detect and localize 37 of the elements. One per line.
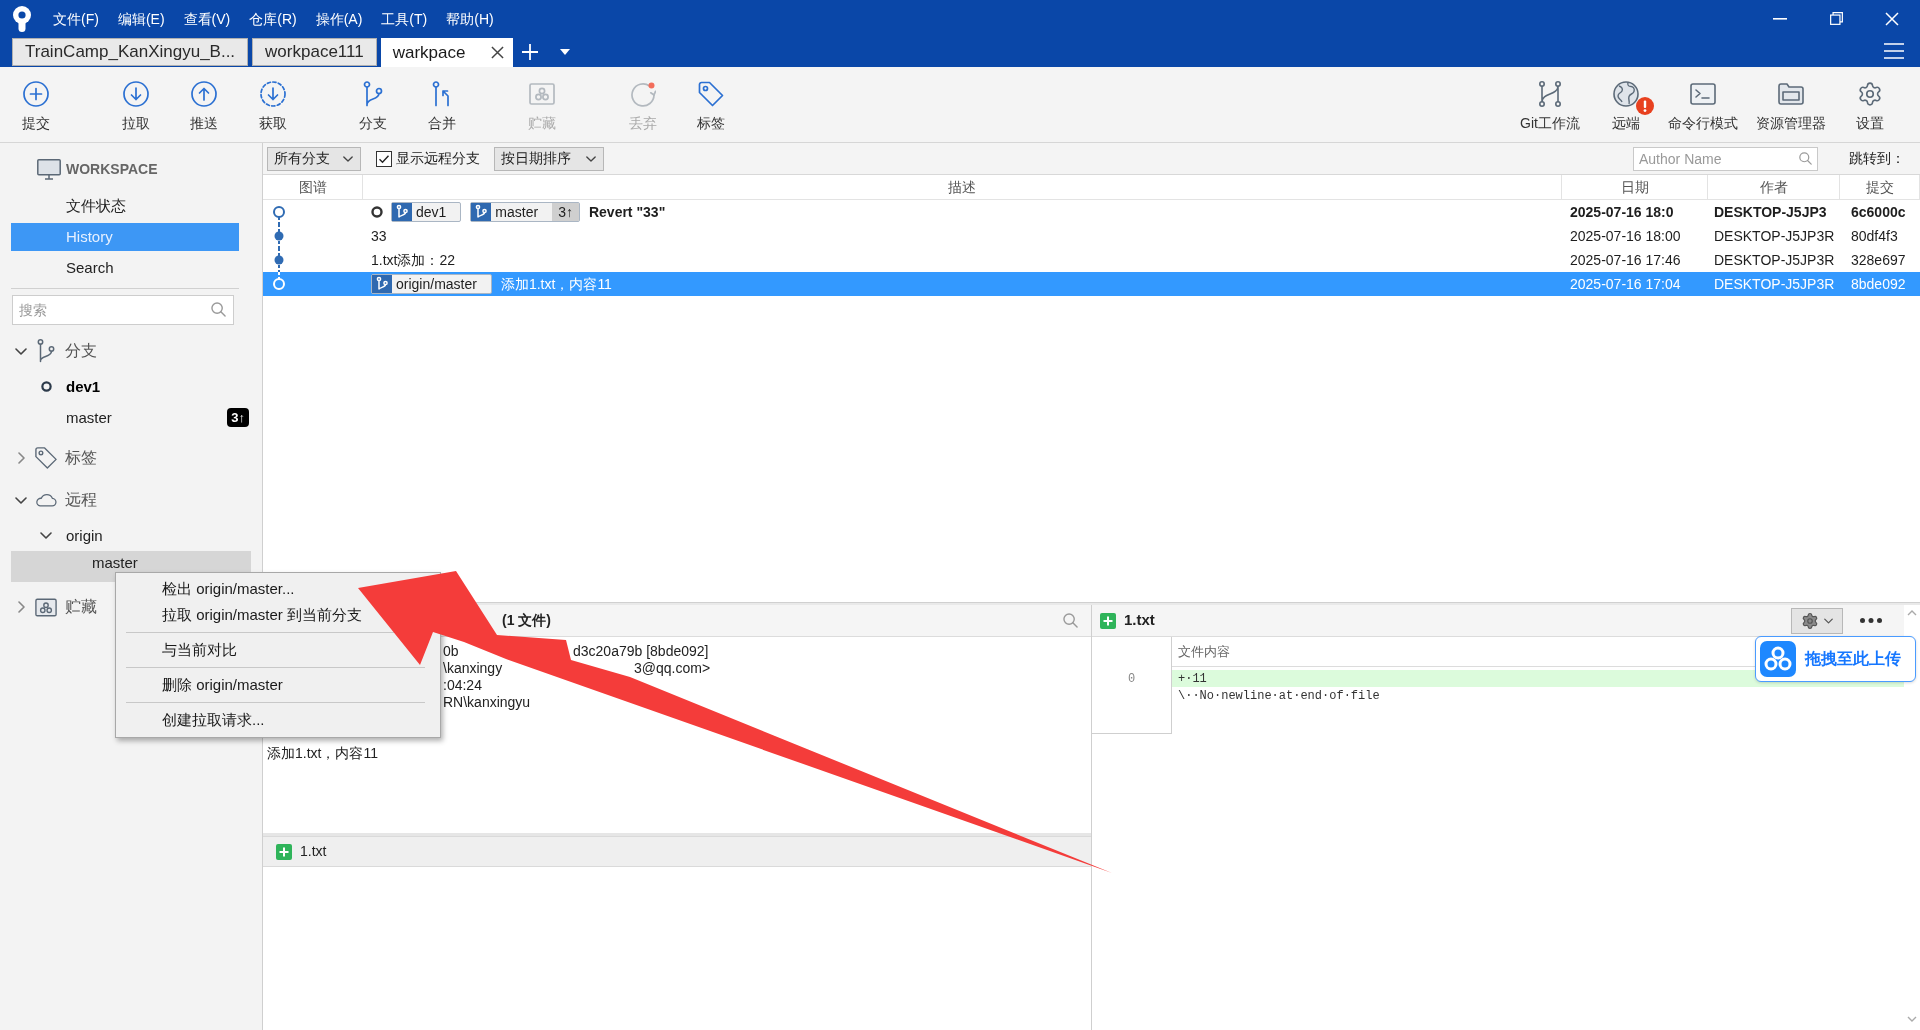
line-number: 0 <box>1127 670 1136 688</box>
author-cell: DESKTOP-J5JP3R <box>1714 276 1835 292</box>
date-cell: 2025-07-16 18:0 <box>1570 204 1674 220</box>
author-cell: DESKTOP-J5JP3R <box>1714 228 1835 244</box>
commit-hash-cell: 80df4f3 <box>1851 228 1898 244</box>
detail-text: :04:24 <box>443 676 482 693</box>
file-name: 1.txt <box>1124 610 1155 631</box>
date-cell: 2025-07-16 17:04 <box>1570 276 1681 292</box>
detail-text: \kanxingy <box>443 659 503 676</box>
detail-text: RN\kanxingyu <box>443 693 531 710</box>
commit-message: 33 <box>371 226 387 246</box>
column-header: 文件内容 <box>1178 642 1230 661</box>
diff-line: \··No·newline·at·end·of·file <box>1178 687 1380 705</box>
commit-message: 1.txt添加：22 <box>371 250 456 270</box>
ahead-count: 3↑ <box>552 203 579 221</box>
diff-line: +·11 <box>1178 670 1207 688</box>
commit-hash-cell: 6c6000c <box>1851 204 1906 220</box>
checkbox-label: 显示远程分支 <box>396 149 480 168</box>
detail-text: 0b <box>443 642 459 659</box>
author-cell: DESKTOP-J5JP3 <box>1714 204 1827 220</box>
ahead-badge: 3↑ <box>227 408 249 427</box>
commit-message: 添加1.txt，内容11 <box>267 745 378 762</box>
commit-hash-cell: 328e697 <box>1851 252 1906 268</box>
branch-name: master <box>494 203 540 221</box>
section-title: WORKSPACE <box>66 159 158 179</box>
detail-text: d3c20a79b [8bde092] <box>573 642 709 659</box>
branch-name: dev1 <box>415 203 448 221</box>
file-count-label: (1 文件) <box>502 611 551 630</box>
jump-to-label: 跳转到： <box>1849 149 1905 168</box>
date-cell: 2025-07-16 18:00 <box>1570 228 1681 244</box>
author-cell: DESKTOP-J5JP3R <box>1714 252 1835 268</box>
date-cell: 2025-07-16 17:46 <box>1570 252 1681 268</box>
commit-message: 添加1.txt，内容11 <box>500 274 612 294</box>
detail-text: 3@qq.com> <box>634 659 711 676</box>
commit-message: Revert "33" <box>588 202 666 222</box>
branch-name: origin/master <box>395 275 478 293</box>
commit-hash-cell: 8bde092 <box>1851 276 1906 292</box>
